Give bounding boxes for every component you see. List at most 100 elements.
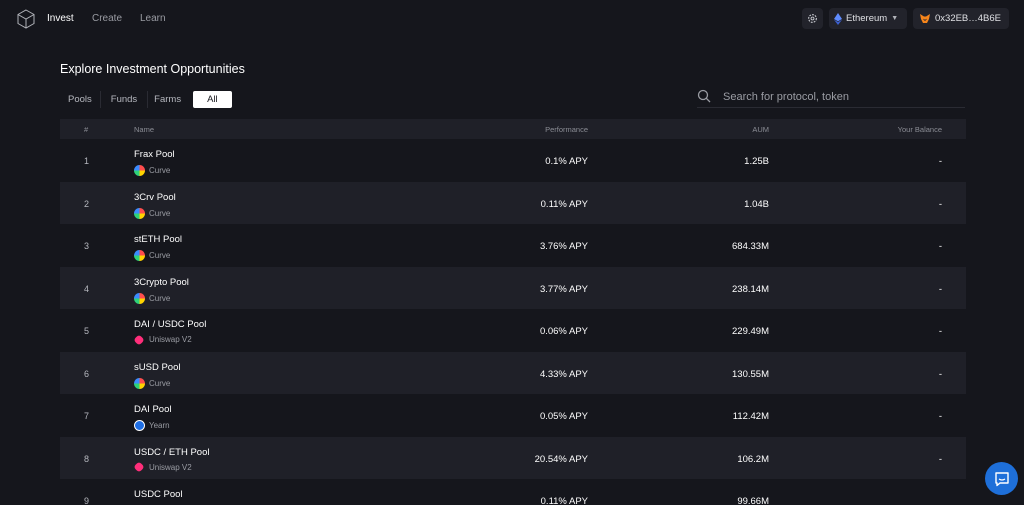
top-navigation: Invest Create Learn Ethereum ▼ 0x32EB…4B… xyxy=(0,0,1024,37)
table-row[interactable]: 6 sUSD Pool Curve 4.33% APY 130.55M - xyxy=(60,351,966,394)
wallet-button[interactable]: 0x32EB…4B6E xyxy=(913,8,1009,29)
balance-value: - xyxy=(938,198,942,210)
pool-name: stETH Pool xyxy=(134,234,183,245)
header-number[interactable]: # xyxy=(84,125,88,134)
balance-value: - xyxy=(938,368,942,380)
uniswap-icon xyxy=(133,333,145,346)
row-number: 4 xyxy=(84,283,90,294)
pool-name: Frax Pool xyxy=(134,149,175,160)
aum-value: 99.66M xyxy=(737,496,769,505)
settings-button[interactable] xyxy=(802,8,823,29)
aum-value: 1.04B xyxy=(744,198,769,210)
table-row[interactable]: 2 3Crv Pool Curve 0.11% APY 1.04B - xyxy=(60,181,966,224)
nav-learn-link[interactable]: Learn xyxy=(140,13,166,24)
row-number: 7 xyxy=(84,411,90,421)
network-selector[interactable]: Ethereum ▼ xyxy=(829,8,907,29)
tab-farms[interactable]: Farms xyxy=(148,91,187,108)
curve-icon xyxy=(134,165,145,176)
uniswap-icon xyxy=(133,461,145,473)
performance-value: 20.54% APY xyxy=(534,453,588,465)
performance-value: 4.33% APY xyxy=(539,368,588,380)
performance-value: 0.05% APY xyxy=(539,411,588,422)
pool-name: 3Crv Pool xyxy=(134,191,176,203)
support-chat-button[interactable] xyxy=(985,462,1018,495)
performance-value: 0.11% APY xyxy=(540,496,588,505)
protocol-name: Curve xyxy=(149,208,171,218)
aum-value: 684.33M xyxy=(732,241,769,252)
curve-icon xyxy=(134,250,145,261)
protocol-name: Yearn xyxy=(149,421,170,430)
page-title: Explore Investment Opportunities xyxy=(60,62,245,76)
tab-all[interactable]: All xyxy=(193,91,232,108)
filter-tabs: Pools Funds Farms All xyxy=(60,91,232,108)
nav-invest-link[interactable]: Invest xyxy=(47,13,74,24)
curve-icon xyxy=(134,207,145,219)
balance-value: - xyxy=(938,411,942,422)
search-input[interactable] xyxy=(723,88,953,106)
chevron-down-icon: ▼ xyxy=(891,15,899,22)
table-body: 1 Frax Pool Curve 0.1% APY 1.25B - 2 3Crv Pool C… xyxy=(60,139,966,505)
pool-name: 3Crypto Pool xyxy=(134,276,189,288)
investment-table: # Name Performance AUM Your Balance 1 Fra… xyxy=(60,119,966,505)
protocol-name: Curve xyxy=(149,378,171,388)
protocol-name: Curve xyxy=(149,251,171,260)
table-row[interactable]: 9 USDC Pool 0.11% APY 99.66M xyxy=(60,479,966,505)
protocol-label: Yearn xyxy=(134,420,170,431)
protocol-name: Uniswap V2 xyxy=(149,335,192,344)
table-row[interactable]: 4 3Crypto Pool Curve 3.77% APY 238.14M - xyxy=(60,266,966,309)
protocol-name: Uniswap V2 xyxy=(149,462,192,472)
table-row[interactable]: 3 stETH Pool Curve 3.76% APY 684.33M - xyxy=(60,224,966,267)
balance-value: - xyxy=(938,283,942,295)
metamask-fox-icon xyxy=(920,14,930,23)
aum-value: 130.55M xyxy=(732,368,769,380)
nav-create-link[interactable]: Create xyxy=(92,13,122,24)
row-number: 2 xyxy=(84,198,90,209)
protocol-label: Curve xyxy=(134,165,170,176)
performance-value: 0.1% APY xyxy=(545,156,588,167)
tab-pools[interactable]: Pools xyxy=(60,91,101,108)
row-number: 5 xyxy=(84,326,90,336)
table-row[interactable]: 5 DAI / USDC Pool Uniswap V2 0.06% APY 229.4… xyxy=(60,309,966,352)
performance-value: 0.11% APY xyxy=(540,198,588,210)
network-name: Ethereum xyxy=(846,13,888,24)
protocol-label: Curve xyxy=(134,377,171,389)
pool-name: USDC Pool xyxy=(134,489,183,500)
header-performance[interactable]: Performance xyxy=(545,125,588,134)
yearn-icon xyxy=(134,420,145,431)
table-row[interactable]: 8 USDC / ETH Pool Uniswap V2 20.54% APY 106.… xyxy=(60,436,966,479)
balance-value: - xyxy=(938,156,942,167)
header-name[interactable]: Name xyxy=(134,125,154,134)
curve-icon xyxy=(134,292,145,304)
aum-value: 238.14M xyxy=(732,283,769,295)
cube-logo-icon[interactable] xyxy=(15,8,37,30)
search-icon xyxy=(697,89,711,103)
protocol-label: Curve xyxy=(134,250,170,261)
table-row[interactable]: 7 DAI Pool Yearn 0.05% APY 112.42M - xyxy=(60,394,966,437)
row-number: 8 xyxy=(84,453,90,464)
wallet-address: 0x32EB…4B6E xyxy=(935,13,1002,24)
row-number: 6 xyxy=(84,368,90,379)
tab-funds[interactable]: Funds xyxy=(101,91,149,108)
chat-icon xyxy=(994,471,1009,486)
header-balance[interactable]: Your Balance xyxy=(898,125,942,134)
row-number: 3 xyxy=(84,241,90,251)
pool-name: DAI Pool xyxy=(134,404,172,415)
gear-icon xyxy=(808,14,817,23)
protocol-label: Curve xyxy=(134,207,171,219)
balance-value: - xyxy=(938,453,942,465)
pool-name: USDC / ETH Pool xyxy=(134,446,210,458)
table-row[interactable]: 1 Frax Pool Curve 0.1% APY 1.25B - xyxy=(60,139,966,182)
header-aum[interactable]: AUM xyxy=(752,125,769,134)
pool-name: sUSD Pool xyxy=(134,361,181,373)
aum-value: 1.25B xyxy=(744,156,769,167)
balance-value: - xyxy=(938,326,942,337)
protocol-label: Uniswap V2 xyxy=(133,333,192,346)
search-bar xyxy=(697,86,965,108)
protocol-name: Curve xyxy=(149,166,171,175)
aum-value: 106.2M xyxy=(737,453,769,465)
protocol-label: Uniswap V2 xyxy=(133,461,192,473)
curve-icon xyxy=(134,377,145,389)
protocol-label: Curve xyxy=(134,292,170,304)
pool-name: DAI / USDC Pool xyxy=(134,319,207,330)
performance-value: 3.76% APY xyxy=(539,241,588,252)
